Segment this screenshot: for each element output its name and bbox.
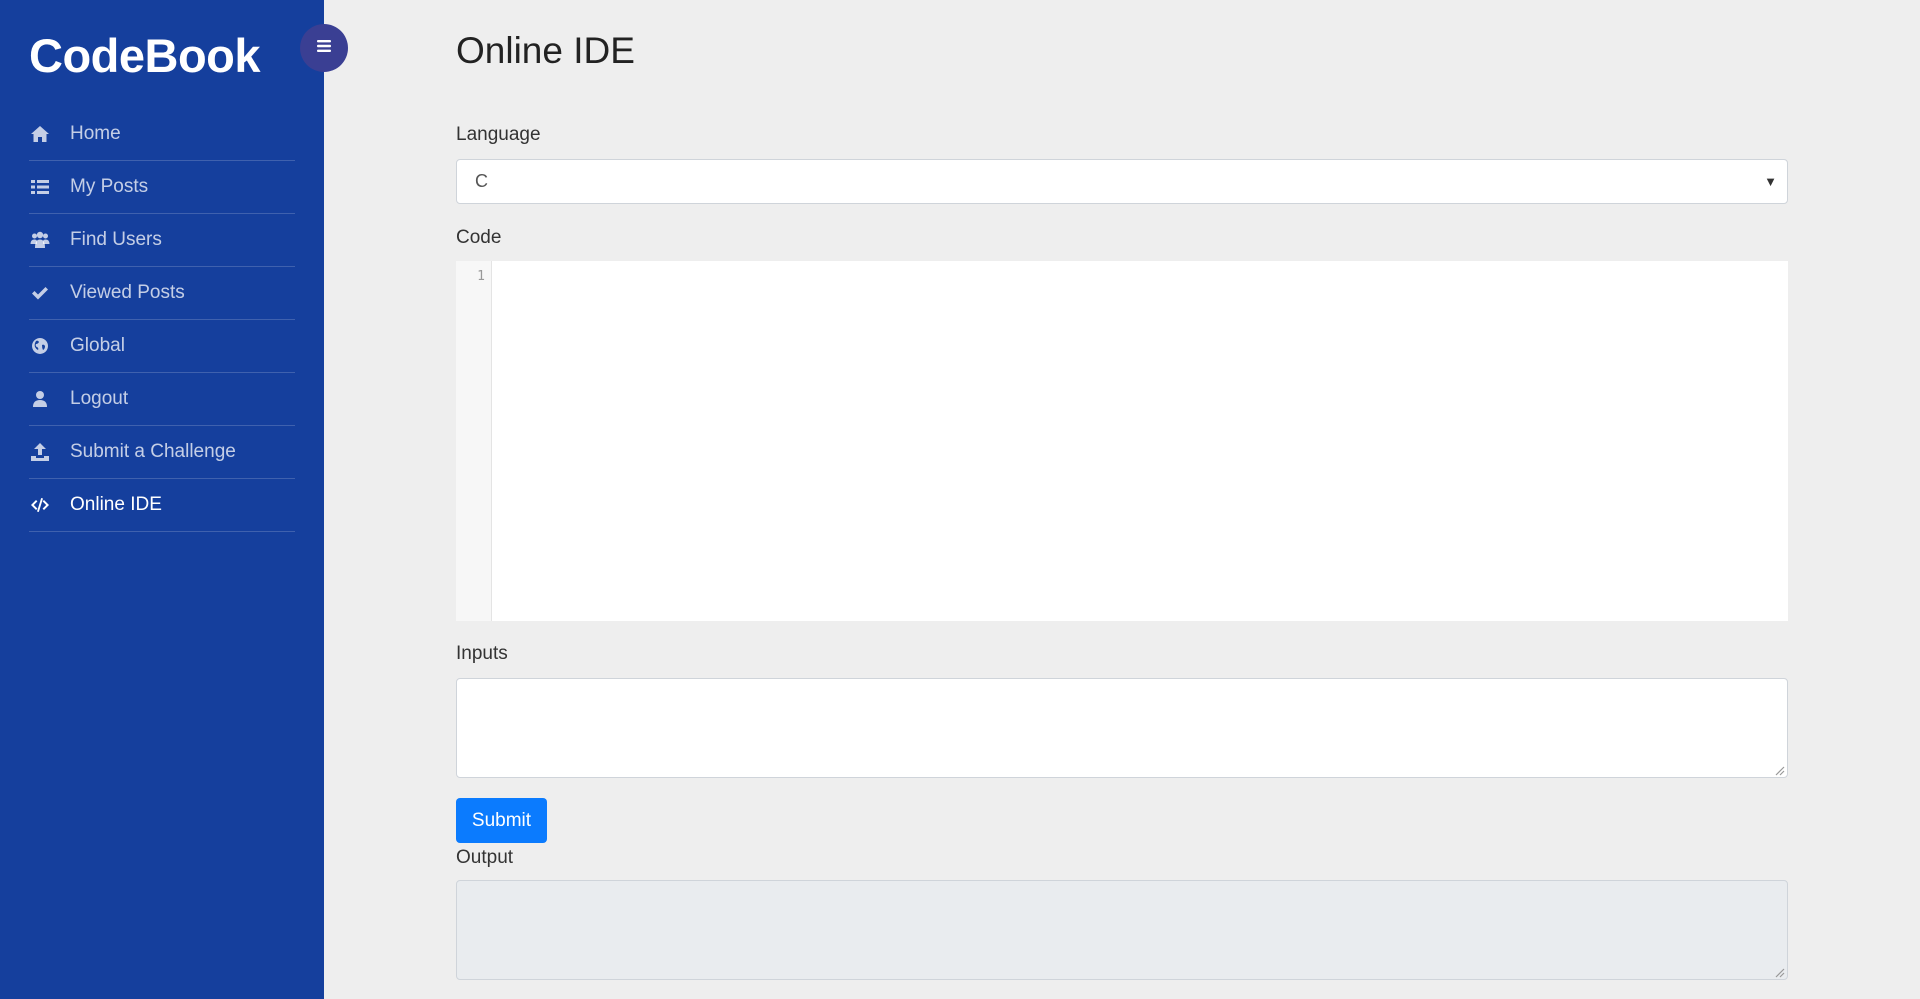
sidebar-item-label: Home [70,123,121,144]
sidebar-item-label: Viewed Posts [70,282,185,303]
line-number: 1 [477,269,485,284]
home-icon [29,123,51,145]
resize-handle-icon [1773,965,1785,978]
sidebar-toggle-button[interactable] [300,24,348,72]
list-icon [29,176,51,198]
sidebar-item-home[interactable]: Home [29,108,295,161]
sidebar-item-label: Global [70,335,125,356]
sidebar-nav: Home My Posts Find Users Viewed Posts Gl… [29,108,295,532]
sidebar-item-online-ide[interactable]: Online IDE [29,479,295,532]
sidebar-item-submit-challenge[interactable]: Submit a Challenge [29,426,295,479]
user-icon [29,388,51,410]
upload-icon [29,441,51,463]
code-input-area[interactable] [492,261,1788,621]
sidebar-item-logout[interactable]: Logout [29,373,295,426]
check-icon [29,282,51,304]
sidebar-item-label: Online IDE [70,494,162,515]
line-number-gutter: 1 [456,261,492,621]
sidebar-item-global[interactable]: Global [29,320,295,373]
sidebar-item-find-users[interactable]: Find Users [29,214,295,267]
globe-icon [29,335,51,357]
sidebar-item-label: Find Users [70,229,162,250]
code-icon [29,494,51,516]
code-editor[interactable]: 1 [456,261,1788,621]
page-title: Online IDE [456,30,635,71]
output-textarea [456,880,1788,980]
sidebar-item-label: Logout [70,388,129,409]
caret-down-icon: ▼ [1764,174,1777,189]
brand-logo[interactable]: CodeBook [29,28,261,83]
inputs-textarea[interactable] [456,678,1788,778]
sidebar: CodeBook Home My Posts Find Users Viewed… [0,0,324,999]
inputs-label: Inputs [456,643,508,664]
language-select[interactable]: C ▼ [456,159,1788,204]
output-label: Output [456,847,514,868]
sidebar-item-label: My Posts [70,176,149,197]
hamburger-icon [315,37,333,60]
users-icon [29,229,51,251]
language-select-value: C [475,171,488,191]
sidebar-item-viewed-posts[interactable]: Viewed Posts [29,267,295,320]
language-label: Language [456,124,541,145]
sidebar-item-my-posts[interactable]: My Posts [29,161,295,214]
resize-handle-icon[interactable] [1773,763,1785,776]
code-label: Code [456,227,502,248]
sidebar-item-label: Submit a Challenge [70,441,236,462]
submit-button[interactable]: Submit [456,798,547,843]
